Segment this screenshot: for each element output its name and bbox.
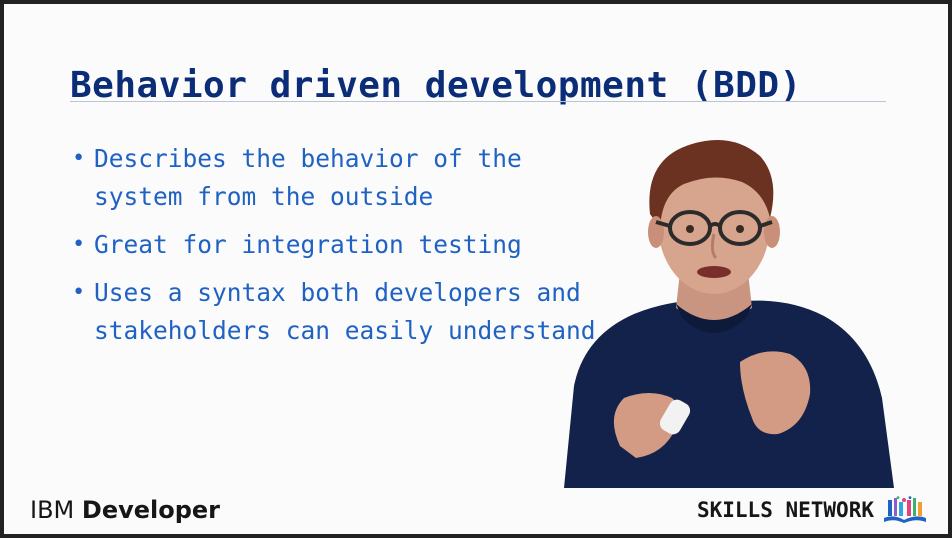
skills-network-text: SKILLS NETWORK xyxy=(696,498,874,522)
bullet-list: • Describes the behavior of the system f… xyxy=(70,140,600,360)
bullet-item: • Uses a syntax both developers and stak… xyxy=(70,274,600,350)
bullet-dot-icon: • xyxy=(72,280,86,305)
slide: Behavior driven development (BDD) • Desc… xyxy=(4,4,948,534)
bullet-dot-icon: • xyxy=(72,232,86,257)
bullet-item: • Great for integration testing xyxy=(70,226,600,264)
bullet-item: • Describes the behavior of the system f… xyxy=(70,140,600,216)
bullet-text: Great for integration testing xyxy=(94,230,522,259)
bullet-dot-icon: • xyxy=(72,146,86,171)
skills-network-logo: SKILLS NETWORK xyxy=(697,496,928,524)
presenter-image xyxy=(564,140,894,488)
bullet-text: Describes the behavior of the system fro… xyxy=(94,144,522,211)
skills-network-books-icon xyxy=(884,496,926,523)
ibm-developer-logo: IBM Developer xyxy=(30,496,221,524)
bullet-text: Uses a syntax both developers and stakeh… xyxy=(94,278,596,345)
video-frame: Behavior driven development (BDD) • Desc… xyxy=(0,0,952,538)
title-underline xyxy=(70,101,886,102)
